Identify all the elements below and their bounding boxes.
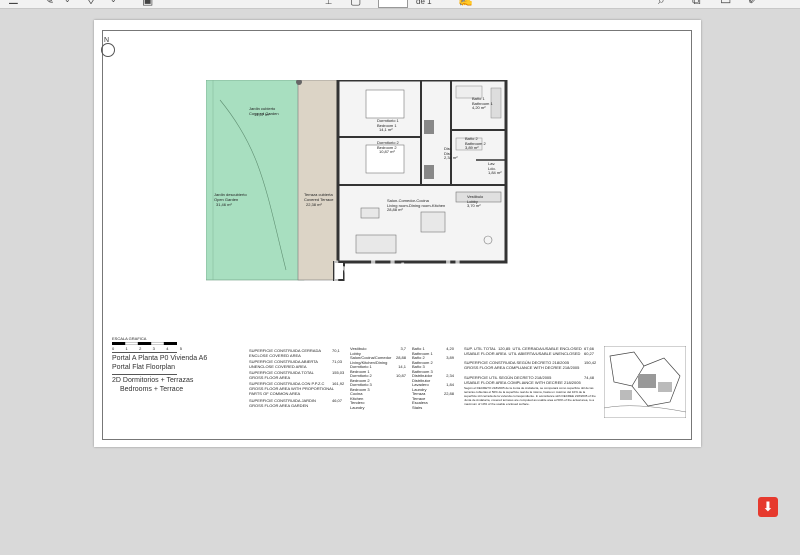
edit-icon[interactable]: ✐ <box>748 0 758 6</box>
room-covered-garden-area: 14,07 m² <box>254 112 270 117</box>
area-enclosed-label: SUPERFICIE CONSTRUIDA CERRADA ENCLOSE CO… <box>249 348 322 358</box>
pdf-page: N Jardin cubierto Covered Garden 14,07 m… <box>94 20 701 447</box>
legend-line-2: Portal Flat Floorplan <box>112 364 176 371</box>
room-dist-area: 2,34 m² <box>444 155 458 160</box>
decree-note: Según el DECRETO 218/2005 de la Junta de… <box>464 386 596 406</box>
room-open-garden-area: 31,46 m² <box>216 202 232 207</box>
search-icon[interactable]: ⌕ <box>658 0 665 6</box>
decree-usable-value: 74,48 <box>584 375 595 380</box>
room-bedroom1-area: 14,1 m² <box>379 127 393 132</box>
table-row: Salon/Cocina/Comedor Living/Kitchen/Dini… <box>350 355 406 365</box>
table-row: Cocina Kitchen <box>350 391 364 401</box>
scale-label: ESCALA GRAFICA <box>112 336 147 341</box>
divider <box>112 352 177 353</box>
covered-terrace-area <box>297 80 339 281</box>
table-row: Dormitorio 1 Bedroom 1 14,1 <box>350 364 406 374</box>
scale-tick: 2 <box>139 346 142 351</box>
chevron-down-icon[interactable]: ⌄ <box>110 0 117 6</box>
table-row: Tendero Laundry <box>350 400 365 410</box>
usable-total-label: SUP. UTIL TOTAL 120,85 UTIL CERRADA/USAB… <box>464 346 582 356</box>
room-bedroom2-area: 10,87 m² <box>379 149 395 154</box>
area-unenclosed-label: SUPERFICIE CONSTRUIDA ABIERTA UNENCLOSE … <box>249 359 318 369</box>
table-row: Vestíbulo Lobby 3,7 <box>350 346 406 356</box>
area-enclosed-value: 70,1 <box>332 348 340 353</box>
image-icon[interactable]: ▢ <box>350 0 361 6</box>
cursor-icon[interactable]: ⌶ <box>325 0 332 6</box>
table-row: Baño 1 Bathroom 1 4,20 <box>412 346 454 356</box>
scale-tick: 4 <box>166 346 169 351</box>
sidebar-icon[interactable]: ▣ <box>142 0 153 6</box>
page-icon[interactable]: ▭ <box>720 0 731 6</box>
list-icon[interactable]: ☰ <box>8 0 19 6</box>
room-living-area: 28,88 m² <box>387 207 403 212</box>
rooms-table-b: Baño 1 Bathroom 1 4,20 Baño 2 Bathroom 23… <box>412 346 454 410</box>
viewer-toolbar: ☰ ✎ ⌄ ◊ ⌄ ▣ ⌶ ▢ de 1 ✍ ⌕ ⧉ ▭ ✐ <box>0 0 800 9</box>
page-number-input[interactable] <box>378 0 408 8</box>
table-row: Dormitorio 2 Bedroom 2 10,87 <box>350 373 406 383</box>
area-total-label: SUPERFICIE CONSTRUIDA TOTAL GROSS FLOOR … <box>249 370 314 380</box>
marker-icon[interactable]: ◊ <box>88 0 94 6</box>
scale-tick: 5 <box>179 346 182 351</box>
decree-gross-value: 150,42 <box>584 360 597 365</box>
scale-tick: 0 <box>112 346 115 351</box>
table-row: Terraza Terrace 22,88 <box>412 391 454 401</box>
scale-bar <box>112 342 177 345</box>
decree-usable-label: SUPERFICIE UTIL SEGÚN DECRETO 218/2005 U… <box>464 375 581 385</box>
room-terrace-name: Terraza cubierta Covered Terrace <box>304 192 334 202</box>
area-common-label: SUPERFICIE CONSTRUIDA CON P.P.Z.C GROSS … <box>249 381 335 396</box>
pdf-badge-icon[interactable]: ⬇ <box>758 497 778 517</box>
divider <box>112 374 177 375</box>
scale-ticks: 0 1 2 3 4 5 <box>112 346 182 351</box>
room-bath1-area: 4,20 m² <box>472 105 486 110</box>
room-laundry-area: 1,84 m² <box>488 170 502 175</box>
room-lobby-area: 3,70 m² <box>467 203 481 208</box>
watermark: habitaclia <box>332 256 481 289</box>
sign-icon[interactable]: ✍ <box>458 0 473 6</box>
legend-line-1: Portal A Planta P0 Vivienda A6 <box>112 355 208 362</box>
usable-total-value: 67,66 60,27 <box>584 346 595 356</box>
scale-tick: 3 <box>152 346 155 351</box>
table-row: Escalera Stairs <box>412 400 428 410</box>
table-row: Baño 3 Bathroom 3 <box>412 364 433 374</box>
pen-icon[interactable]: ✎ <box>44 0 54 6</box>
area-garden-value: 46,07 <box>332 398 343 403</box>
legend-line-3: 2D Dormitorios + Terrazas <box>112 377 194 384</box>
area-garden-label: SUPERFICIE CONSTRUIDA JARDIN GROSS FLOOR… <box>249 398 316 408</box>
page-count: de 1 <box>416 0 432 6</box>
site-key-plan <box>604 346 686 418</box>
area-common-value: 161,92 <box>332 381 345 386</box>
area-total-value: 155,03 <box>332 370 345 375</box>
decree-gross-label: SUPERFICIE CONSTRUIDA SEGÚN DECRETO 218/… <box>464 360 580 370</box>
table-row: Baño 2 Bathroom 2 3,89 <box>412 355 454 365</box>
chevron-down-icon[interactable]: ⌄ <box>64 0 71 6</box>
room-open-garden-name: Jardin descubierto Open Garden <box>214 192 247 202</box>
north-arrow-icon <box>101 43 115 57</box>
legend-line-4: Bedrooms + Terrace <box>120 386 184 393</box>
table-row: Lavadero Laundry 1,84 <box>412 382 454 392</box>
table-row: Dormitorio 3 Bedroom 3 <box>350 382 372 392</box>
scale-tick: 1 <box>125 346 128 351</box>
table-row: Distribuidor Distributor 2,34 <box>412 373 454 383</box>
area-unenclosed-value: 71,03 <box>332 359 343 364</box>
room-bath2-area: 3,89 m² <box>465 145 479 150</box>
rooms-table-a: Vestíbulo Lobby 3,7 Salon/Cocina/Comedor … <box>350 346 406 410</box>
copy-icon[interactable]: ⧉ <box>692 0 701 6</box>
room-terrace-area: 22,38 m² <box>306 202 322 207</box>
